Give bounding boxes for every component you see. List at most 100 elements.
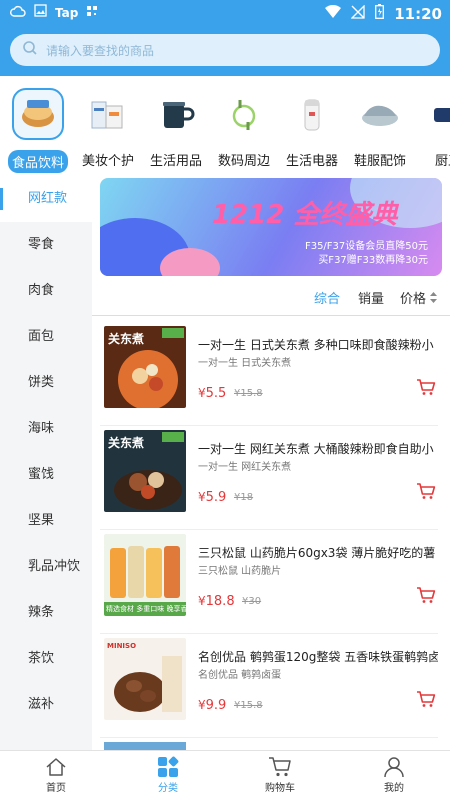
product-subtitle: 一对一生 网红关东煮 — [198, 462, 292, 473]
tab-category[interactable]: 分类 — [128, 755, 208, 794]
price-value: 5.9 — [205, 490, 227, 505]
category-row: 食品饮料 美妆个护 生活用品 数码周边 生活电器 鞋服配饰 厨 — [0, 76, 450, 176]
tab-label: 购物车 — [265, 783, 295, 794]
sidebar-item-seafood[interactable]: 海味 — [0, 406, 92, 452]
header: Tap 11:20 请输入要查找的商品 — [0, 0, 450, 76]
product-item[interactable]: 关东煮 一对一生 网红关东煮 大桶酸辣粉即食自助小 一对一生 网红关东煮 ¥5.… — [100, 426, 438, 530]
product-title: 三只松鼠 山药脆片60gx3袋 薄片脆好吃的薯 — [198, 546, 436, 560]
add-to-cart-icon[interactable] — [416, 690, 436, 712]
sidebar-item-candied[interactable]: 蜜饯 — [0, 452, 92, 498]
snack-icon — [12, 88, 64, 140]
product-image: 关东煮 — [104, 326, 186, 408]
category-digital[interactable]: 数码周边 — [212, 84, 276, 169]
cosmetics-icon — [82, 88, 134, 140]
banner-line-1: F35/F37设备会员直降50元 — [304, 241, 428, 252]
promo-banner[interactable]: 1212 全终盛典 F35/F37设备会员直降50元 买F37赠F33数再降30… — [100, 178, 442, 276]
product-original-price: ¥18 — [234, 492, 253, 503]
add-to-cart-icon[interactable] — [416, 378, 436, 400]
product-image: 关东煮 — [104, 430, 186, 512]
sidebar-item-trending[interactable]: 网红款 — [0, 176, 92, 222]
sidebar-item-spicy-strips[interactable]: 辣条 — [0, 590, 92, 636]
mug-icon — [150, 88, 202, 140]
original-price-value: 15.8 — [240, 700, 263, 711]
product-price: ¥18.8 — [198, 594, 235, 609]
tab-label: 分类 — [158, 783, 178, 794]
add-to-cart-icon[interactable] — [416, 586, 436, 608]
product-price: ¥9.9 — [198, 698, 226, 713]
tab-home[interactable]: 首页 — [16, 755, 96, 794]
currency-symbol: ¥ — [198, 698, 206, 712]
category-label: 美妆个护 — [81, 154, 134, 169]
sort-price[interactable]: 价格 — [400, 288, 438, 307]
content-panel: 1212 全终盛典 F35/F37设备会员直降50元 买F37赠F33数再降30… — [92, 176, 450, 750]
sort-comprehensive[interactable]: 综合 — [314, 288, 340, 307]
app-root: Tap 11:20 请输入要查找的商品 食品饮料 美妆个护 生活用品 数码周边 … — [0, 0, 450, 800]
product-item[interactable]: 关东煮 一对一生 日式关东煮 多种口味即食酸辣粉小 一对一生 日式关东煮 ¥5.… — [100, 322, 438, 426]
status-time: 11:20 — [394, 4, 442, 23]
product-image-text: 精选食材 多重口味 晚享香脆 — [106, 605, 186, 613]
tab-profile[interactable]: 我的 — [354, 755, 434, 794]
qr-icon — [86, 5, 98, 21]
add-to-cart-icon[interactable] — [416, 482, 436, 504]
thermos-icon — [286, 88, 338, 140]
product-image: 精选食材 多重口味 晚享香脆 — [104, 534, 186, 616]
product-title: 名创优品 鹌鹑蛋120g整袋 五香味铁蛋鹌鹑卤 — [198, 650, 438, 664]
price-value: 18.8 — [205, 594, 235, 609]
sidebar-item-tea[interactable]: 茶饮 — [0, 636, 92, 682]
tab-cart[interactable]: 购物车 — [240, 755, 320, 794]
product-price: ¥5.9 — [198, 490, 226, 505]
product-subtitle: 名创优品 鹌鹑卤蛋 — [198, 670, 282, 681]
product-price: ¥5.5 — [198, 386, 226, 401]
original-price-value: 18 — [240, 492, 254, 503]
category-kitchen[interactable]: 厨卫 — [416, 84, 450, 169]
price-value: 9.9 — [205, 698, 227, 713]
search-icon — [10, 40, 38, 60]
category-label: 生活用品 — [149, 154, 202, 169]
currency-symbol: ¥ — [198, 490, 206, 504]
banner-shape — [160, 248, 220, 276]
sort-sales[interactable]: 销量 — [358, 288, 384, 307]
category-food[interactable]: 食品饮料 — [6, 84, 70, 173]
profile-icon — [354, 755, 434, 779]
cable-icon — [218, 88, 270, 140]
sort-price-label: 价格 — [400, 292, 427, 307]
category-label: 数码周边 — [217, 154, 270, 169]
product-item[interactable]: 精选食材 多重口味 晚享香脆 三只松鼠 山药脆片60gx3袋 薄片脆好吃的薯 三… — [100, 530, 438, 634]
image-icon — [34, 4, 47, 21]
product-subtitle: 一对一生 日式关东煮 — [198, 358, 292, 369]
product-title: 一对一生 网红关东煮 大桶酸辣粉即食自助小 — [198, 442, 434, 456]
banner-title: 1212 全终盛典 — [212, 200, 398, 230]
no-signal-icon — [350, 3, 365, 23]
original-price-value: 15.8 — [240, 388, 263, 399]
category-icon — [128, 755, 208, 779]
category-living[interactable]: 生活用品 — [144, 84, 208, 169]
sidebar-item-snacks[interactable]: 零食 — [0, 222, 92, 268]
category-cosmetics[interactable]: 美妆个护 — [76, 84, 140, 169]
home-icon — [16, 755, 96, 779]
cloud-icon — [10, 5, 26, 21]
category-label: 厨卫 — [434, 154, 450, 169]
sidebar-item-tonic[interactable]: 滋补 — [0, 682, 92, 728]
product-image-text: 关东煮 — [108, 436, 145, 450]
product-title: 一对一生 日式关东煮 多种口味即食酸辣粉小 — [198, 338, 434, 352]
sidebar-item-meat[interactable]: 肉食 — [0, 268, 92, 314]
product-item[interactable]: MINISO 名创优品 鹌鹑蛋120g整袋 五香味铁蛋鹌鹑卤 名创优品 鹌鹑卤蛋… — [100, 634, 438, 738]
sidebar-item-bread[interactable]: 面包 — [0, 314, 92, 360]
wifi-icon — [325, 4, 342, 23]
sidebar: 网红款 零食 肉食 面包 饼类 海味 蜜饯 坚果 乳品冲饮 辣条 茶饮 滋补 — [0, 176, 92, 750]
cart-icon — [240, 755, 320, 779]
kitchen-icon — [422, 88, 450, 140]
price-value: 5.5 — [205, 386, 227, 401]
category-label: 食品饮料 — [7, 150, 68, 173]
sidebar-item-biscuits[interactable]: 饼类 — [0, 360, 92, 406]
product-image-text: MINISO — [107, 642, 137, 650]
category-appliance[interactable]: 生活电器 — [280, 84, 344, 169]
status-bar: Tap 11:20 — [0, 0, 450, 26]
sidebar-item-dairy[interactable]: 乳品冲饮 — [0, 544, 92, 590]
search-input[interactable]: 请输入要查找的商品 — [46, 42, 154, 59]
sidebar-item-nuts[interactable]: 坚果 — [0, 498, 92, 544]
banner-line-2: 买F37赠F33数再降30元 — [318, 255, 428, 266]
search-bar[interactable]: 请输入要查找的商品 — [10, 34, 440, 66]
category-apparel[interactable]: 鞋服配饰 — [348, 84, 412, 169]
tap-badge: Tap — [55, 5, 79, 20]
